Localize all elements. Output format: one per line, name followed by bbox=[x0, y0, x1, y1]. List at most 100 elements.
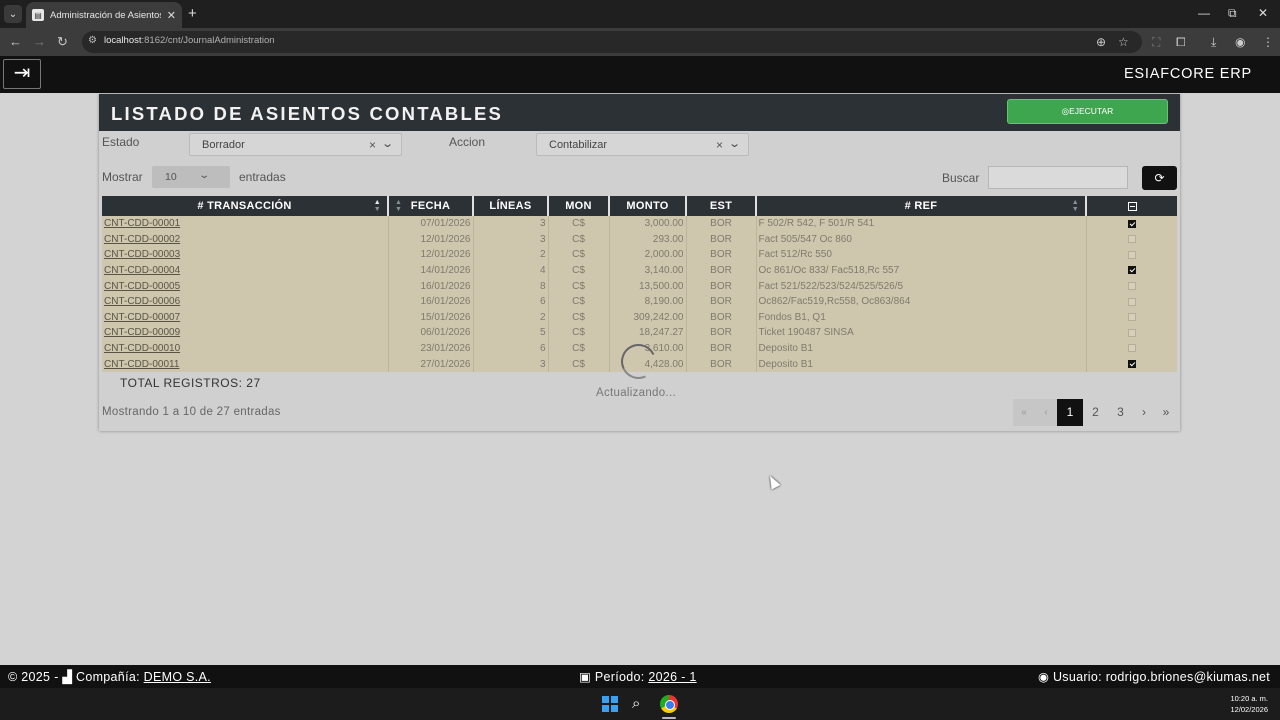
page-size-select[interactable]: 10 ⌄ bbox=[152, 166, 230, 188]
cell-fecha: 14/01/2026 bbox=[420, 265, 471, 277]
transaction-link[interactable]: CNT-CDD-00001 bbox=[104, 218, 180, 229]
search-input[interactable] bbox=[988, 166, 1128, 189]
company-link[interactable]: DEMO S.A. bbox=[144, 670, 211, 684]
buscar-label: Buscar bbox=[942, 171, 980, 185]
select-all-checkbox[interactable] bbox=[1127, 201, 1137, 211]
transaction-link[interactable]: CNT-CDD-00009 bbox=[104, 327, 180, 338]
table-row[interactable]: CNT-CDD-00009 06/01/2026 5 C$ 18,247.27 BOR Ti… bbox=[102, 325, 1177, 341]
browser-tab[interactable]: ▤ Administración de Asientos Co ✕ bbox=[26, 2, 182, 28]
table-row[interactable]: CNT-CDD-00001 07/01/2026 3 C$ 3,000.00 BOR F 5… bbox=[102, 216, 1177, 232]
table-row[interactable]: CNT-CDD-00006 16/01/2026 6 C$ 8,190.00 BOR Oc8… bbox=[102, 293, 1177, 310]
table-row[interactable]: CNT-CDD-00004 14/01/2026 4 C$ 3,140.00 BOR Oc … bbox=[102, 262, 1177, 279]
reload-icon[interactable]: ↻ bbox=[57, 34, 68, 50]
transaction-link[interactable]: CNT-CDD-00006 bbox=[104, 296, 180, 307]
forward-icon[interactable]: → bbox=[33, 34, 46, 50]
transaction-link[interactable]: CNT-CDD-00005 bbox=[104, 281, 180, 292]
row-checkbox[interactable] bbox=[1127, 250, 1136, 259]
col-transaccion[interactable]: # TRANSACCIÓN ▲ ▼ bbox=[102, 196, 389, 216]
col-mon[interactable]: MON bbox=[548, 196, 610, 216]
page-first[interactable]: « bbox=[1013, 399, 1035, 426]
cell-mon: C$ bbox=[572, 218, 585, 230]
clear-icon[interactable]: × bbox=[369, 138, 376, 152]
page-3[interactable]: 3 bbox=[1108, 399, 1133, 426]
back-icon[interactable]: ← bbox=[9, 34, 22, 50]
cell-est: BOR bbox=[710, 280, 732, 292]
minimize-icon[interactable]: — bbox=[1198, 6, 1210, 20]
transaction-link[interactable]: CNT-CDD-00002 bbox=[104, 234, 180, 245]
profile-icon[interactable]: ◉ bbox=[1235, 35, 1245, 49]
row-checkbox[interactable] bbox=[1127, 328, 1136, 337]
row-checkbox[interactable] bbox=[1127, 297, 1136, 306]
transaction-link[interactable]: CNT-CDD-00003 bbox=[104, 249, 180, 260]
tab-title: Administración de Asientos Co bbox=[50, 9, 161, 21]
transaction-link[interactable]: CNT-CDD-00007 bbox=[104, 312, 180, 323]
kebab-icon[interactable]: ⋮ bbox=[1262, 35, 1274, 49]
active-app-indicator bbox=[662, 717, 676, 719]
page-2[interactable]: 2 bbox=[1083, 399, 1108, 426]
cell-fecha: 16/01/2026 bbox=[420, 296, 471, 308]
row-checkbox[interactable] bbox=[1127, 219, 1136, 228]
user-email: rodrigo.briones@kiumas.net bbox=[1105, 670, 1270, 684]
cell-mon: C$ bbox=[572, 296, 585, 308]
table-row[interactable]: CNT-CDD-00003 12/01/2026 2 C$ 2,000.00 BOR Fac… bbox=[102, 247, 1177, 263]
clock-time: 10:20 a. m. bbox=[1230, 694, 1268, 703]
windows-icon[interactable] bbox=[602, 696, 618, 712]
row-checkbox[interactable] bbox=[1127, 360, 1136, 368]
download-icon[interactable]: ⤓ bbox=[1211, 35, 1216, 49]
row-checkbox[interactable] bbox=[1127, 235, 1136, 244]
cell-est: BOR bbox=[710, 233, 732, 245]
address-bar[interactable]: ⚙ localhost:8162/cnt/JournalAdministrati… bbox=[82, 31, 1142, 53]
col-est[interactable]: EST bbox=[686, 196, 757, 216]
search-icon[interactable]: ⌕ bbox=[632, 695, 640, 712]
page-prev[interactable]: ‹ bbox=[1035, 399, 1057, 426]
close-icon[interactable]: ✕ bbox=[167, 9, 176, 22]
clear-icon[interactable]: × bbox=[716, 138, 723, 152]
col-fecha[interactable]: FECHA ▲ ▼ bbox=[388, 196, 474, 216]
accion-select[interactable]: Contabilizar × ⌄ bbox=[536, 133, 749, 156]
cell-fecha: 23/01/2026 bbox=[420, 343, 471, 355]
row-checkbox[interactable] bbox=[1127, 344, 1136, 353]
col-select-all[interactable] bbox=[1086, 196, 1177, 216]
site-info-icon[interactable]: ⚙ bbox=[88, 35, 97, 46]
close-window-icon[interactable]: ✕ bbox=[1258, 6, 1268, 20]
fullscreen-icon[interactable]: ⛶ bbox=[1152, 35, 1160, 49]
cell-mon: C$ bbox=[572, 265, 585, 277]
transaction-link[interactable]: CNT-CDD-00011 bbox=[104, 359, 179, 370]
table-row[interactable]: CNT-CDD-00007 15/01/2026 2 C$ 309,242.00 BOR F… bbox=[102, 309, 1177, 326]
page-last[interactable]: » bbox=[1155, 399, 1177, 426]
system-clock[interactable]: 10:20 a. m. 12/02/2026 bbox=[1230, 693, 1268, 715]
zoom-icon[interactable]: ⊕ bbox=[1096, 35, 1106, 49]
refresh-button[interactable]: ⟳ bbox=[1142, 166, 1177, 190]
estado-select[interactable]: Borrador × ⌄ bbox=[189, 133, 402, 156]
col-monto[interactable]: MONTO bbox=[609, 196, 687, 216]
sidebar-toggle-icon[interactable]: ⇥ bbox=[3, 59, 41, 89]
table-row[interactable]: CNT-CDD-00005 16/01/2026 8 C$ 13,500.00 BOR Fa… bbox=[102, 278, 1177, 294]
sort-icon: ▲ ▼ bbox=[1071, 199, 1079, 213]
transaction-link[interactable]: CNT-CDD-00004 bbox=[104, 265, 180, 276]
row-checkbox[interactable] bbox=[1127, 282, 1136, 291]
cell-lineas: 5 bbox=[539, 327, 546, 339]
star-icon[interactable]: ☆ bbox=[1118, 35, 1129, 49]
row-checkbox[interactable] bbox=[1127, 266, 1136, 275]
cell-monto: 2,000.00 bbox=[644, 249, 684, 261]
col-lineas[interactable]: LÍNEAS bbox=[473, 196, 549, 216]
execute-button[interactable]: ◎EJECUTAR bbox=[1007, 99, 1168, 124]
cell-mon: C$ bbox=[572, 327, 585, 339]
estado-label: Estado bbox=[102, 135, 140, 149]
extensions-icon[interactable]: ⧠ bbox=[1176, 35, 1186, 49]
cell-fecha: 15/01/2026 bbox=[420, 311, 471, 323]
col-ref[interactable]: # REF ▲ ▼ bbox=[756, 196, 1087, 216]
clock-date: 12/02/2026 bbox=[1230, 705, 1268, 714]
table-row[interactable]: CNT-CDD-00002 12/01/2026 3 C$ 293.00 BOR Fact … bbox=[102, 231, 1177, 248]
page-next[interactable]: › bbox=[1133, 399, 1155, 426]
transaction-link[interactable]: CNT-CDD-00010 bbox=[104, 343, 180, 354]
row-checkbox[interactable] bbox=[1127, 313, 1136, 322]
plus-icon[interactable]: + bbox=[188, 6, 197, 21]
chrome-icon[interactable] bbox=[660, 695, 678, 713]
period-link[interactable]: 2026 - 1 bbox=[648, 670, 696, 684]
cell-fecha: 06/01/2026 bbox=[420, 327, 471, 339]
restore-icon[interactable]: ⧉ bbox=[1228, 6, 1237, 20]
page-1[interactable]: 1 bbox=[1057, 399, 1083, 426]
tab-search-icon[interactable]: ⌄ bbox=[4, 5, 22, 23]
cell-ref: Deposito B1 bbox=[758, 358, 813, 370]
